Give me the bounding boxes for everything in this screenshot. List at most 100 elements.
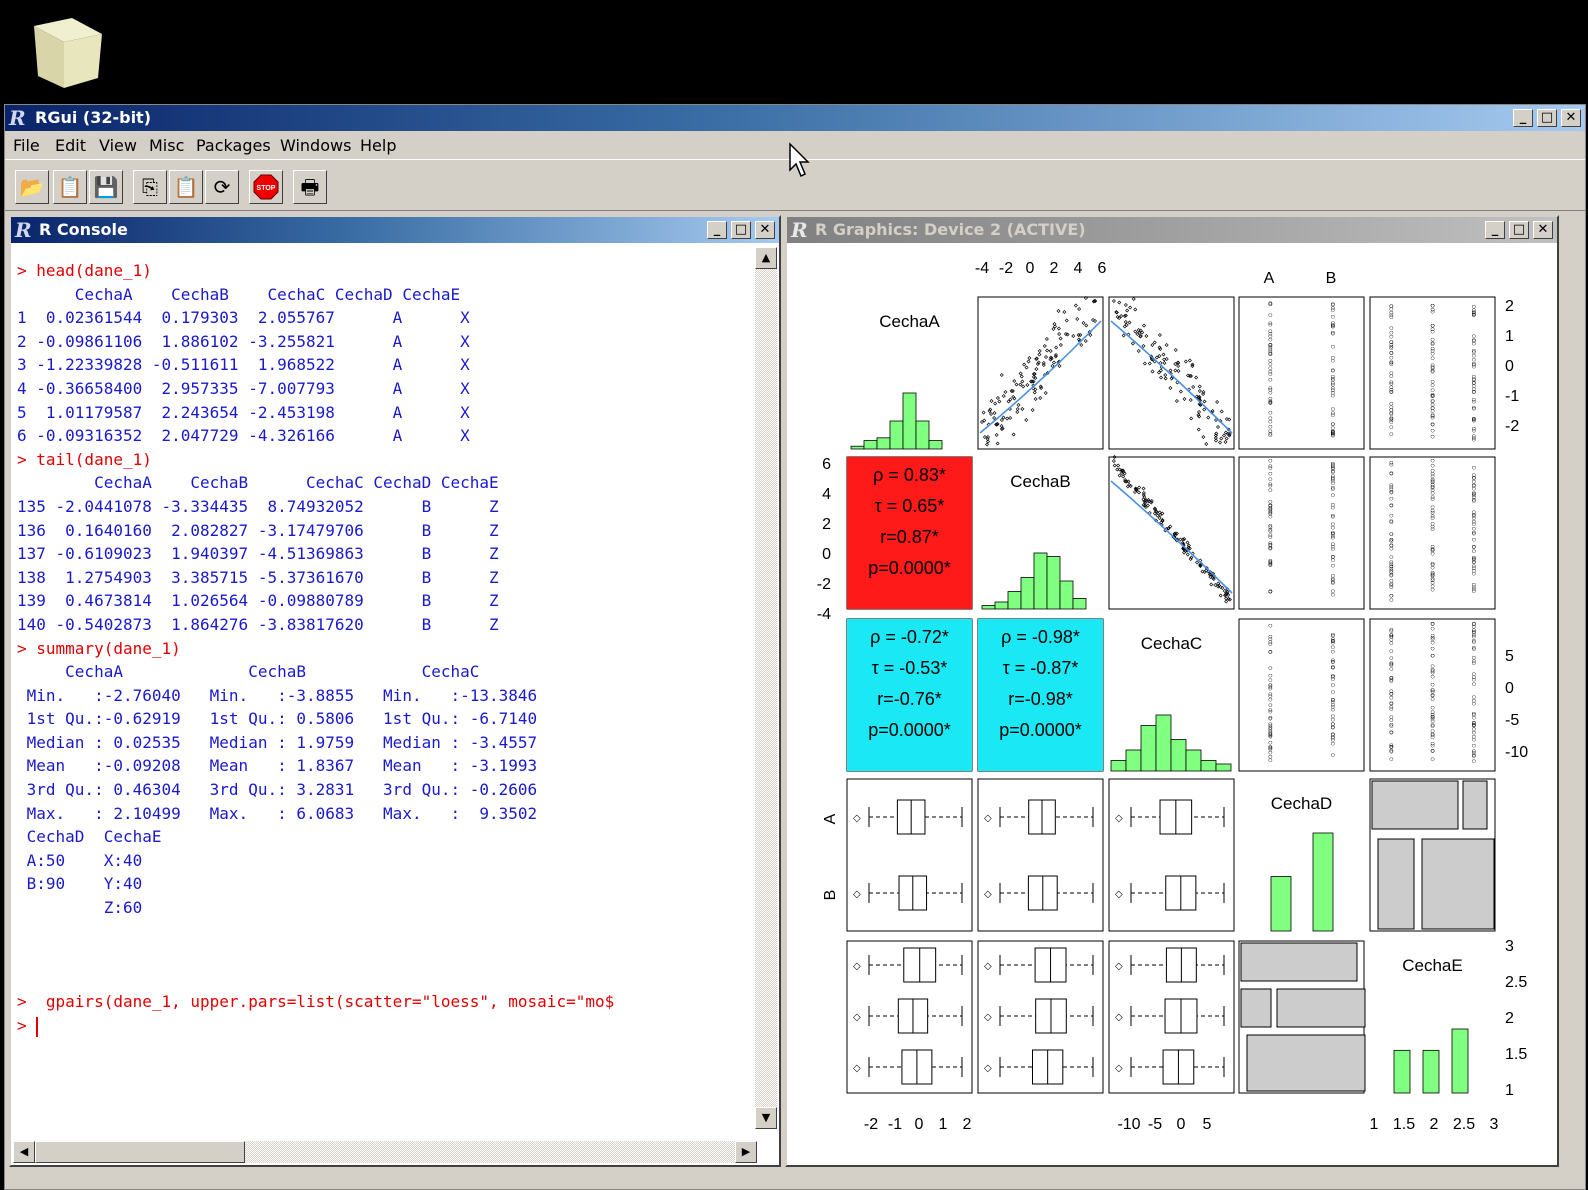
scatter-point: ⋄: [1131, 294, 1136, 303]
strip-point: ○: [1268, 523, 1273, 532]
close-icon[interactable]: ✕: [1561, 109, 1581, 127]
histogram-bar: [1170, 739, 1187, 772]
histogram-bar: [915, 420, 930, 450]
strip-point: ○: [1389, 591, 1394, 600]
console-output-line: 1 0.02361544 0.179303 2.055767 A X: [17, 308, 470, 328]
scatter-point: ⋄: [1114, 307, 1119, 316]
scatter-point: ⋄: [1125, 482, 1130, 491]
minimize-icon[interactable]: _: [707, 221, 727, 239]
scroll-right-icon[interactable]: ▶: [735, 1141, 757, 1163]
scatter-point: ⋄: [1022, 360, 1027, 369]
variable-label: CechaA: [879, 312, 940, 331]
scatter-point: ⋄: [1176, 366, 1181, 375]
strip-point: ○: [1430, 619, 1435, 628]
console-output-line: CechaA CechaB CechaC: [17, 662, 480, 682]
menu-windows[interactable]: Windows: [280, 136, 351, 155]
console-output-line: B:90 Y:40: [17, 874, 143, 894]
strip-point: ○: [1268, 684, 1273, 693]
console-output-line: Min. :-2.76040 Min. :-3.8855 Min. :-13.3…: [17, 685, 538, 705]
console-horizontal-scrollbar[interactable]: ◀ ▶: [13, 1141, 757, 1163]
correlation-label: r=-0.98*: [1008, 689, 1073, 709]
text-cursor: [36, 1016, 39, 1037]
rgui-titlebar[interactable]: R RGui (32-bit) _ □ ✕: [5, 105, 1585, 131]
histogram-bar: [1125, 749, 1142, 772]
copy-icon[interactable]: ⎘: [133, 170, 167, 204]
print-icon[interactable]: 🖶: [293, 170, 327, 204]
strip-point: ○: [1430, 638, 1435, 647]
console-output-line: 2 -0.09861106 1.886102 -3.255821 A X: [17, 331, 470, 351]
scatter-point: ⋄: [999, 370, 1004, 379]
strip-point: ○: [1268, 647, 1273, 656]
boxplot-outlier: ◇: [853, 1012, 861, 1023]
histogram-bar: [994, 601, 1009, 610]
scatter-point: ⋄: [1065, 330, 1070, 339]
strip-point: ○: [1430, 687, 1435, 696]
maximize-icon[interactable]: □: [1537, 109, 1557, 127]
scatter-point: ⋄: [1025, 381, 1030, 390]
scatter-point: ⋄: [1149, 498, 1154, 507]
strip-point: ○: [1430, 483, 1435, 492]
menu-view[interactable]: View: [99, 136, 137, 155]
strip-point: ○: [1268, 748, 1273, 757]
strip-point: ○: [1268, 310, 1273, 319]
categorical-bar: [1270, 876, 1292, 932]
scatter-point: ⋄: [985, 440, 990, 449]
maximize-icon[interactable]: □: [731, 221, 751, 239]
menu-help[interactable]: Help: [360, 136, 396, 155]
strip-point: ○: [1389, 659, 1394, 668]
top-axis-category-label: B: [1326, 270, 1337, 287]
console-output-line: Max. : 2.10499 Max. : 6.0683 Max. : 9.35…: [17, 803, 538, 823]
stop-icon[interactable]: STOP: [249, 170, 283, 204]
strip-point: ○: [1268, 299, 1273, 308]
bottom-axis-tick-label: 0: [915, 1116, 924, 1133]
refresh-icon[interactable]: ⟳: [205, 170, 239, 204]
strip-point: ○: [1268, 480, 1273, 489]
paste-icon[interactable]: 📋: [169, 170, 203, 204]
console-output-line: 137 -0.6109023 1.940397 -4.51369863 B Z: [17, 544, 499, 564]
variable-label: CechaD: [1271, 794, 1332, 813]
maximize-icon[interactable]: □: [1509, 221, 1529, 239]
bottom-axis-tick-label: 2.5: [1453, 1116, 1475, 1133]
scatter-point: ⋄: [1058, 340, 1063, 349]
mosaic-tile: [1246, 1034, 1366, 1092]
histogram-bar: [1007, 591, 1022, 610]
scroll-down-icon[interactable]: ▼: [755, 1107, 777, 1129]
strip-point: ○: [1471, 491, 1476, 500]
scroll-left-icon[interactable]: ◀: [13, 1141, 35, 1163]
scroll-up-icon[interactable]: ▲: [755, 247, 777, 269]
menu-edit[interactable]: Edit: [55, 136, 86, 155]
scatter-point: ⋄: [1164, 340, 1169, 349]
mosaic-tile: [1377, 838, 1415, 930]
console-command-line: > summary(dane_1): [17, 638, 181, 658]
close-icon[interactable]: ✕: [1533, 221, 1553, 239]
menu-packages[interactable]: Packages: [196, 136, 271, 155]
minimize-icon[interactable]: _: [1513, 109, 1533, 127]
strip-point: ○: [1430, 461, 1435, 470]
bottom-axis-tick-label: 3: [1490, 1116, 1499, 1133]
graphics-titlebar[interactable]: R R Graphics: Device 2 (ACTIVE) _ □ ✕: [787, 217, 1557, 243]
strip-point: ○: [1389, 468, 1394, 477]
close-icon[interactable]: ✕: [755, 221, 775, 239]
scatter-point: ⋄: [1204, 439, 1209, 448]
scroll-thumb[interactable]: [35, 1141, 245, 1163]
console-titlebar[interactable]: R R Console _ □ ✕: [11, 217, 779, 243]
scatter-point: ⋄: [1030, 405, 1035, 414]
console-vertical-scrollbar[interactable]: ▲ ▼: [755, 247, 777, 1129]
menu-file[interactable]: File: [13, 136, 40, 155]
minimize-icon[interactable]: _: [1485, 221, 1505, 239]
strip-point: ○: [1389, 674, 1394, 683]
desktop-cube-icon: [34, 18, 102, 88]
strip-point: ○: [1268, 671, 1273, 680]
load-workspace-icon[interactable]: 📋: [53, 170, 87, 204]
open-script-icon[interactable]: 📂: [15, 170, 49, 204]
strip-point: ○: [1471, 433, 1476, 442]
strip-point: ○: [1389, 529, 1394, 538]
menu-misc[interactable]: Misc: [149, 136, 184, 155]
bottom-axis-tick-label: 1.5: [1393, 1116, 1415, 1133]
strip-point: ○: [1268, 359, 1273, 368]
console-output[interactable]: > head(dane_1) CechaA CechaB CechaC Cech…: [17, 259, 614, 1038]
correlation-label: r=0.87*: [880, 527, 939, 547]
save-icon[interactable]: 💾: [89, 170, 123, 204]
